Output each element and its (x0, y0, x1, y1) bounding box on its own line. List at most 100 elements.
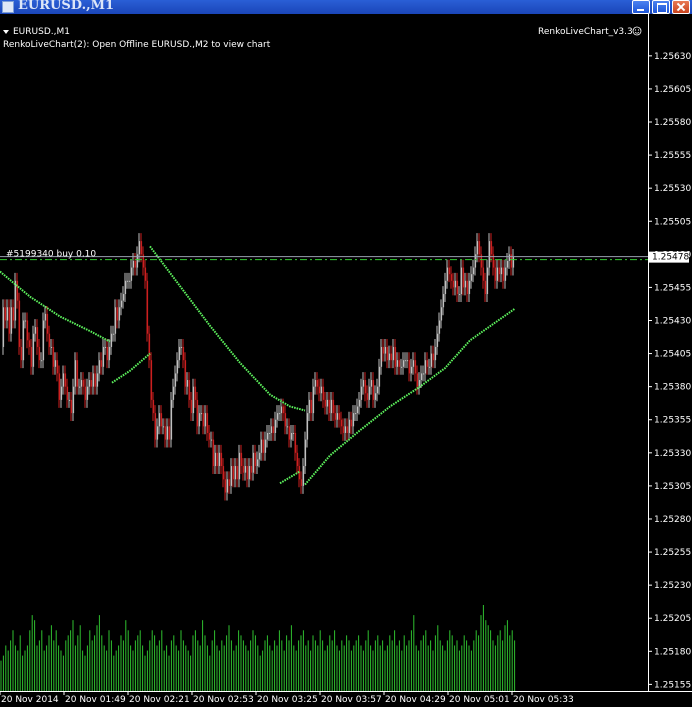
symbol-label: EURUSD.,M1 (13, 27, 70, 37)
candle-body (388, 353, 391, 361)
price-tick-label: 1.25405 (654, 350, 691, 360)
candle-body (6, 307, 9, 321)
candle-body (370, 380, 373, 387)
minimize-icon[interactable] (632, 0, 650, 14)
price-tick-label: 1.25280 (654, 515, 691, 525)
candle-body (512, 256, 515, 268)
candle-body (176, 360, 179, 374)
candle-body (244, 466, 247, 473)
candle-body (236, 466, 239, 480)
candle-body (66, 386, 69, 400)
candle-body (406, 360, 409, 362)
candle-body (64, 373, 67, 387)
candle-body (36, 327, 39, 347)
candle-body (14, 280, 17, 321)
price-tick-label: 1.25155 (654, 680, 691, 690)
time-tick-label: 20 Nov 02:53 (193, 695, 254, 705)
candle-body (250, 466, 253, 473)
candle-body (450, 274, 453, 281)
candle-body (430, 353, 433, 367)
candle-body (478, 241, 481, 255)
candle-body (26, 320, 29, 341)
candle-body (444, 280, 447, 295)
candle-body (382, 346, 385, 354)
candle-body (168, 426, 171, 440)
price-tick-label: 1.25205 (654, 614, 691, 624)
candle-body (280, 406, 283, 414)
price-tick-label: 1.25430 (654, 316, 691, 326)
candle-body (50, 346, 53, 348)
candle-body (352, 413, 355, 427)
candle-body (28, 340, 31, 347)
order-label[interactable]: #5199340 buy 0.10 (6, 250, 96, 260)
candle-body (414, 360, 417, 374)
candle-body (368, 386, 371, 400)
candle-body (290, 432, 293, 440)
candle-body (454, 280, 457, 288)
candle-body (422, 373, 425, 375)
candle-body (274, 419, 277, 433)
time-tick-label: 20 Nov 03:25 (257, 695, 318, 705)
info-line: RenkoLiveChart(2): Open Offline EURUSD.,… (3, 40, 271, 50)
candle-body (170, 399, 173, 440)
window-app-icon[interactable] (2, 1, 14, 13)
candle-body (80, 380, 83, 387)
candle-body (278, 413, 281, 415)
candle-body (226, 479, 229, 493)
candle-body (134, 260, 137, 268)
candle-body (222, 466, 225, 480)
candle-body (362, 380, 365, 387)
candle-body (348, 419, 351, 433)
candle-body (340, 419, 343, 427)
candle-body (128, 280, 131, 282)
candle-body (164, 426, 167, 440)
candle-body (460, 267, 463, 295)
candle-body (356, 406, 359, 414)
candle-body (272, 426, 275, 433)
maximize-icon[interactable] (652, 0, 670, 14)
candle-body (428, 366, 431, 368)
candle-body (328, 399, 331, 414)
candle-body (220, 452, 223, 467)
candle-body (186, 380, 189, 387)
candle-body (276, 413, 279, 420)
candle-body (74, 360, 77, 387)
candle-body (322, 386, 325, 400)
candle-body (152, 399, 155, 414)
candle-body (212, 439, 215, 467)
candle-body (332, 399, 335, 414)
candle-body (294, 432, 297, 453)
candle-body (124, 280, 127, 295)
candle-body (44, 313, 47, 321)
candle-body (18, 300, 21, 347)
window-titlebar[interactable]: EURUSD.,M1 (0, 0, 692, 14)
candle-body (374, 393, 377, 400)
candle-body (462, 267, 465, 288)
candle-body (126, 280, 129, 282)
candle-body (174, 373, 177, 387)
candle-body (476, 241, 479, 255)
candle-body (502, 267, 505, 281)
candle-body (416, 373, 419, 387)
candle-body (52, 346, 55, 367)
close-icon[interactable] (672, 0, 690, 14)
candle-body (162, 426, 165, 428)
candle-body (470, 274, 473, 281)
time-tick-label: 20 Nov 03:57 (321, 695, 382, 705)
candle-body (148, 333, 151, 361)
candle-body (468, 280, 471, 295)
candle-body (296, 452, 299, 467)
candle-body (12, 307, 15, 321)
candle-body (504, 267, 507, 281)
candle-body (116, 307, 119, 321)
candle-body (16, 280, 19, 301)
candle-body (206, 413, 209, 433)
candle-body (426, 360, 429, 367)
candle-body (20, 346, 23, 361)
time-tick-label: 20 Nov 05:33 (513, 695, 574, 705)
candle-body (8, 307, 11, 334)
candle-body (200, 413, 203, 415)
price-chart[interactable]: #5199340 buy 0.10 EURUSD.,M1 RenkoLiveCh… (0, 14, 692, 707)
candle-body (234, 466, 237, 480)
candle-body (106, 346, 109, 361)
